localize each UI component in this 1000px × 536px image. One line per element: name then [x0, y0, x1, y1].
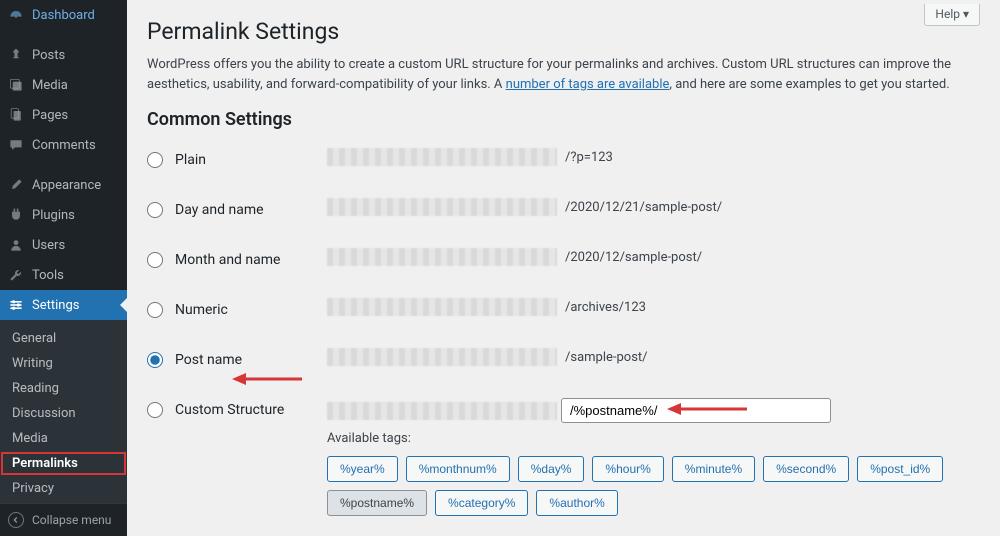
plain-suffix: /?p=123 — [561, 150, 613, 165]
blurred-url — [327, 198, 557, 216]
blurred-url — [327, 148, 557, 166]
sub-item-discussion[interactable]: Discussion — [0, 401, 127, 426]
blurred-url — [327, 348, 557, 366]
sub-item-privacy[interactable]: Privacy — [0, 476, 127, 501]
radio-numeric-label: Numeric — [175, 302, 228, 318]
annotation-arrow-icon — [232, 370, 302, 388]
tag-button[interactable]: %minute% — [672, 456, 755, 482]
settings-icon — [8, 297, 24, 313]
radio-monthname-label: Month and name — [175, 252, 280, 268]
admin-sidebar: Dashboard Posts Media Pages Comments App… — [0, 0, 127, 536]
pages-icon — [8, 107, 24, 123]
sidebar-item-label: Appearance — [32, 178, 101, 193]
sidebar-item-label: Comments — [32, 138, 96, 153]
custom-structure-input[interactable] — [561, 398, 831, 423]
radio-custom[interactable] — [147, 402, 163, 418]
option-plain: Plain /?p=123 — [147, 148, 980, 168]
sidebar-item-media[interactable]: Media — [0, 70, 127, 100]
sidebar-item-tools[interactable]: Tools — [0, 260, 127, 290]
option-custom: Custom Structure — [147, 398, 980, 423]
page-title: Permalink Settings — [147, 0, 980, 55]
comments-icon — [8, 137, 24, 153]
radio-plain[interactable] — [147, 152, 163, 168]
dayname-suffix: /2020/12/21/sample-post/ — [561, 200, 722, 215]
radio-monthname[interactable] — [147, 252, 163, 268]
sidebar-item-pages[interactable]: Pages — [0, 100, 127, 130]
option-numeric: Numeric /archives/123 — [147, 298, 980, 318]
option-postname: Post name /sample-post/ — [147, 348, 980, 368]
sidebar-item-comments[interactable]: Comments — [0, 130, 127, 160]
tag-button[interactable]: %hour% — [592, 456, 663, 482]
radio-plain-label: Plain — [175, 152, 206, 168]
brush-icon — [8, 177, 24, 193]
sidebar-item-users[interactable]: Users — [0, 230, 127, 260]
intro-link[interactable]: number of tags are available — [506, 77, 670, 92]
sub-item-permalinks[interactable]: Permalinks — [0, 451, 127, 476]
radio-postname[interactable] — [147, 352, 163, 368]
radio-numeric[interactable] — [147, 302, 163, 318]
monthname-suffix: /2020/12/sample-post/ — [561, 250, 702, 265]
intro-text: WordPress offers you the ability to crea… — [147, 55, 980, 95]
blurred-url — [327, 298, 557, 316]
help-tab[interactable]: Help ▾ — [924, 4, 980, 26]
pin-icon — [8, 47, 24, 63]
tag-button[interactable]: %post_id% — [857, 456, 943, 482]
collapse-icon — [8, 512, 24, 528]
tags-row: %year% %monthnum% %day% %hour% %minute% %seco… — [327, 456, 980, 516]
sidebar-item-settings[interactable]: Settings — [0, 290, 127, 320]
sidebar-item-label: Tools — [32, 268, 64, 283]
sidebar-item-posts[interactable]: Posts — [0, 40, 127, 70]
radio-dayname-label: Day and name — [175, 202, 264, 218]
sub-item-general[interactable]: General — [0, 326, 127, 351]
sidebar-item-plugins[interactable]: Plugins — [0, 200, 127, 230]
sidebar-item-appearance[interactable]: Appearance — [0, 170, 127, 200]
available-tags-section: Available tags: %year% %monthnum% %day% %ho… — [327, 431, 980, 516]
tag-button[interactable]: %category% — [435, 490, 528, 516]
users-icon — [8, 237, 24, 253]
sidebar-item-label: Pages — [32, 108, 68, 123]
radio-dayname[interactable] — [147, 202, 163, 218]
intro-after: , and here are some examples to get you … — [669, 77, 949, 92]
tag-button[interactable]: %author% — [536, 490, 617, 516]
tag-button[interactable]: %year% — [327, 456, 398, 482]
sidebar-item-label: Dashboard — [32, 8, 95, 23]
sub-item-media[interactable]: Media — [0, 426, 127, 451]
tag-button[interactable]: %postname% — [327, 490, 427, 516]
main-content: Help ▾ Permalink Settings WordPress offe… — [127, 0, 1000, 536]
common-settings-heading: Common Settings — [147, 109, 980, 130]
blurred-url — [327, 248, 557, 266]
option-monthname: Month and name /2020/12/sample-post/ — [147, 248, 980, 268]
media-icon — [8, 77, 24, 93]
collapse-label: Collapse menu — [32, 513, 111, 527]
numeric-suffix: /archives/123 — [561, 300, 646, 315]
blurred-url — [327, 402, 557, 420]
sidebar-item-label: Posts — [32, 48, 65, 63]
plug-icon — [8, 207, 24, 223]
sidebar-item-dashboard[interactable]: Dashboard — [0, 0, 127, 30]
sidebar-item-label: Settings — [32, 298, 79, 313]
sub-item-reading[interactable]: Reading — [0, 376, 127, 401]
option-dayname: Day and name /2020/12/21/sample-post/ — [147, 198, 980, 218]
collapse-menu-button[interactable]: Collapse menu — [0, 503, 127, 536]
sub-item-writing[interactable]: Writing — [0, 351, 127, 376]
tag-button[interactable]: %second% — [763, 456, 849, 482]
available-tags-label: Available tags: — [327, 431, 980, 446]
radio-postname-label: Post name — [175, 352, 242, 368]
sidebar-item-label: Users — [32, 238, 65, 253]
sidebar-item-label: Media — [32, 78, 68, 93]
settings-submenu: General Writing Reading Discussion Media… — [0, 320, 127, 532]
sidebar-item-label: Plugins — [32, 208, 75, 223]
wrench-icon — [8, 267, 24, 283]
postname-suffix: /sample-post/ — [561, 350, 648, 365]
tag-button[interactable]: %day% — [518, 456, 585, 482]
dashboard-icon — [8, 7, 24, 23]
tag-button[interactable]: %monthnum% — [406, 456, 510, 482]
radio-custom-label: Custom Structure — [175, 402, 284, 418]
